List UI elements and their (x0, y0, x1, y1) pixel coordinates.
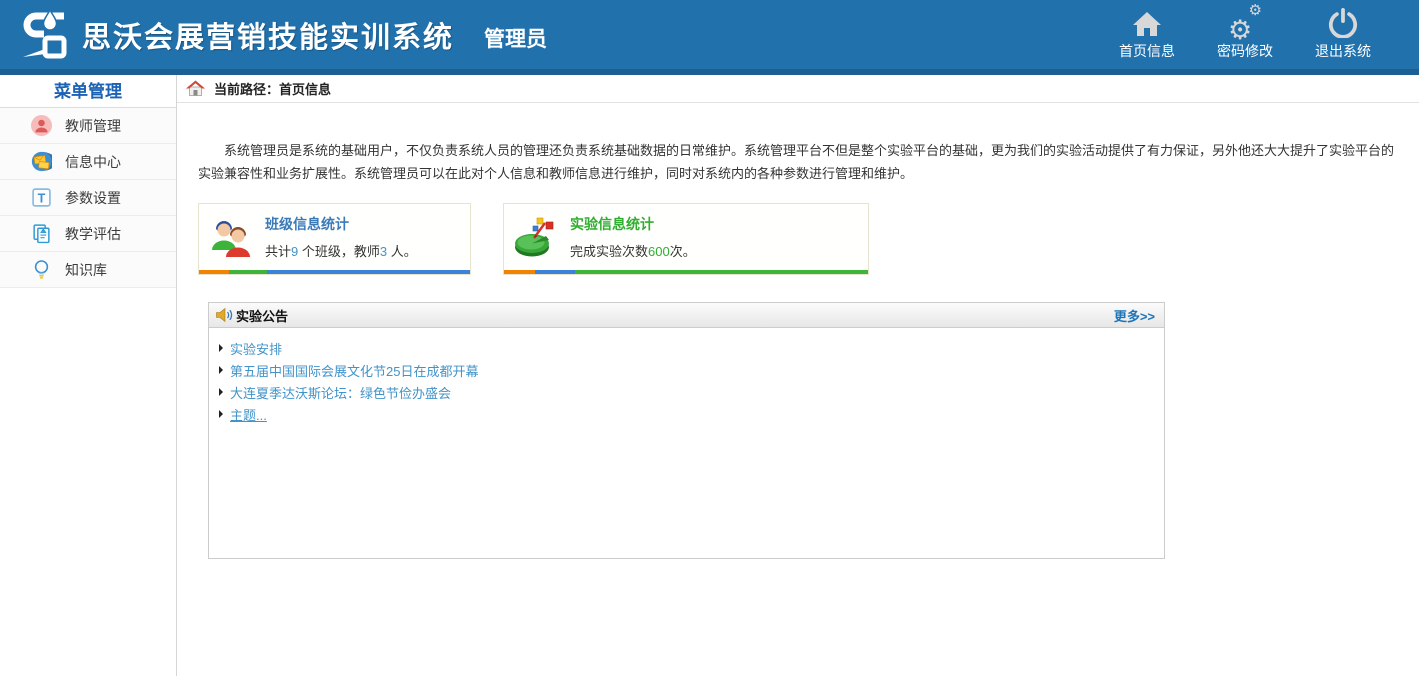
svg-text:T: T (38, 191, 46, 205)
announcement-link[interactable]: 主题... (230, 405, 267, 424)
power-icon (1328, 8, 1358, 38)
sidebar-item-teaching-evaluation[interactable]: 教学评估 (0, 216, 176, 252)
bullet-triangle-icon (219, 388, 223, 396)
announcement-panel-title: 实验公告 (236, 306, 288, 325)
announcement-item: 第五届中国国际会展文化节25日在成都开幕 (219, 359, 1154, 381)
sidebar-item-label: 参数设置 (65, 188, 121, 208)
sidebar-item-parameter-settings[interactable]: T 参数设置 (0, 180, 176, 216)
sidebar-item-label: 教师管理 (65, 116, 121, 136)
sidebar-item-label: 教学评估 (65, 224, 121, 244)
announcement-link[interactable]: 大连夏季达沃斯论坛：绿色节俭办盛会 (230, 383, 451, 402)
announcement-link[interactable]: 实验安排 (230, 339, 282, 358)
bullet-triangle-icon (219, 410, 223, 418)
app-header: 思沃会展营销技能实训系统 管理员 首页信息 ⚙⚙ 密码修改 退出 (0, 0, 1419, 75)
announcement-item: 实验安排 (219, 337, 1154, 359)
class-stats-title: 班级信息统计 (265, 214, 417, 234)
info-center-icon (31, 151, 52, 172)
app-logo-icon (18, 7, 74, 63)
sidebar-item-knowledge-base[interactable]: 知识库 (0, 252, 176, 288)
announcement-list: 实验安排 第五届中国国际会展文化节25日在成都开幕 大连夏季达沃斯论坛：绿色节俭… (209, 328, 1164, 434)
class-card-color-bar (199, 270, 470, 274)
pie-chart-icon (512, 216, 560, 258)
speaker-icon (216, 307, 233, 323)
announcement-item: 大连夏季达沃斯论坛：绿色节俭办盛会 (219, 381, 1154, 403)
announcement-item: 主题... (219, 403, 1154, 425)
breadcrumb: 当前路径：首页信息 (177, 75, 1419, 103)
user-role: 管理员 (484, 23, 547, 53)
main-area: 当前路径：首页信息 系统管理员是系统的基础用户，不仅负责系统人员的管理还负责系统… (177, 75, 1419, 676)
nav-password[interactable]: ⚙⚙ 密码修改 (1217, 8, 1273, 61)
bullet-triangle-icon (219, 344, 223, 352)
announcement-panel-header: 实验公告 更多>> (209, 303, 1164, 328)
announcement-link[interactable]: 第五届中国国际会展文化节25日在成都开幕 (230, 361, 478, 380)
app-title: 思沃会展营销技能实训系统 (82, 14, 454, 56)
breadcrumb-label: 当前路径：首页信息 (214, 79, 331, 98)
home-icon (1131, 8, 1163, 38)
sidebar-item-info-center[interactable]: 信息中心 (0, 144, 176, 180)
class-stats-card: 班级信息统计 共计9 个班级，教师3 人。 (198, 203, 471, 275)
stat-cards: 班级信息统计 共计9 个班级，教师3 人。 (198, 203, 1403, 275)
experiment-stats-title: 实验信息统计 (570, 214, 696, 234)
more-link[interactable]: 更多>> (1114, 306, 1155, 325)
class-stats-text: 共计9 个班级，教师3 人。 (265, 241, 417, 260)
evaluation-icon (31, 223, 52, 244)
content: 系统管理员是系统的基础用户，不仅负责系统人员的管理还负责系统基础数据的日常维护。… (177, 103, 1419, 559)
nav-logout[interactable]: 退出系统 (1315, 8, 1371, 61)
gears-icon: ⚙⚙ (1228, 8, 1262, 38)
parameter-icon: T (31, 187, 52, 208)
sidebar-item-label: 信息中心 (65, 152, 121, 172)
header-nav: 首页信息 ⚙⚙ 密码修改 退出系统 (1119, 8, 1371, 61)
sidebar: 菜单管理 教师管理 信息中心 T 参数设置 (0, 75, 177, 676)
experiment-stats-text: 完成实验次数600次。 (570, 241, 696, 260)
nav-home[interactable]: 首页信息 (1119, 8, 1175, 61)
sidebar-item-label: 知识库 (65, 260, 107, 280)
knowledge-icon (31, 259, 52, 280)
experiment-count: 600 (648, 244, 670, 259)
announcement-panel: 实验公告 更多>> 实验安排 第五届中国国际会展文化节25日在成都开幕 大连夏季… (208, 302, 1165, 559)
nav-home-label: 首页信息 (1119, 41, 1175, 61)
sidebar-title: 菜单管理 (0, 75, 176, 108)
teacher-icon (31, 115, 52, 136)
nav-logout-label: 退出系统 (1315, 41, 1371, 61)
experiment-stats-card: 实验信息统计 完成实验次数600次。 (503, 203, 869, 275)
intro-paragraph: 系统管理员是系统的基础用户，不仅负责系统人员的管理还负责系统基础数据的日常维护。… (198, 139, 1403, 185)
bullet-triangle-icon (219, 366, 223, 374)
experiment-card-color-bar (504, 270, 868, 274)
sidebar-item-teacher-management[interactable]: 教师管理 (0, 108, 176, 144)
breadcrumb-home-icon (186, 80, 205, 97)
people-icon (207, 216, 255, 258)
